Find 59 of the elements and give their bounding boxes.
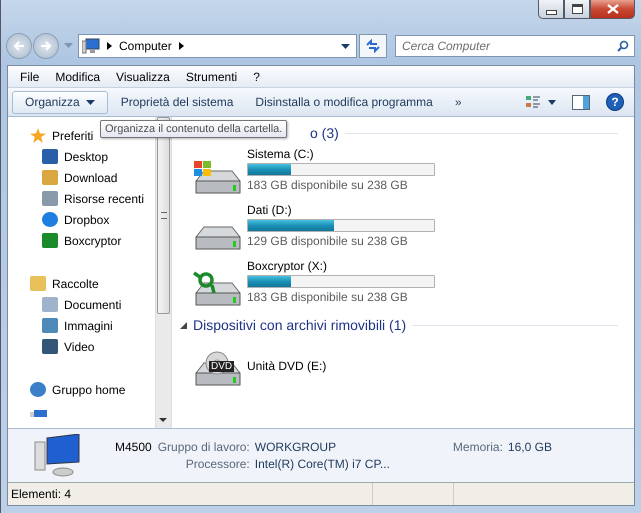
section-heading[interactable]: o (3) bbox=[310, 125, 339, 141]
more-commands-button[interactable]: » bbox=[446, 95, 471, 109]
free-space-text: 183 GB disponibile su 238 GB bbox=[247, 290, 409, 304]
breadcrumb[interactable]: Computer bbox=[119, 39, 172, 53]
help-button[interactable]: ? bbox=[606, 93, 624, 111]
menu-item[interactable]: Strumenti bbox=[178, 70, 246, 84]
sidebar-item[interactable]: Desktop bbox=[30, 146, 155, 167]
sidebar-item[interactable]: Download bbox=[30, 167, 155, 188]
status-text: Elementi: 4 bbox=[10, 487, 72, 501]
drive-name[interactable]: Unità DVD (E:) bbox=[247, 359, 326, 375]
dropdown-caret-icon[interactable] bbox=[341, 44, 350, 48]
close-icon bbox=[606, 4, 618, 14]
organize-button[interactable]: Organizza bbox=[12, 90, 108, 114]
property-label: Processore: bbox=[184, 457, 250, 471]
sidebar-item[interactable]: Dropbox bbox=[30, 209, 155, 230]
property-label: Memoria: bbox=[452, 440, 503, 454]
search-field[interactable]: Cerca Computer bbox=[395, 35, 635, 57]
minimize-button[interactable] bbox=[538, 0, 564, 19]
sidebar-item[interactable]: Raccolte bbox=[18, 273, 155, 294]
menu-item[interactable]: File bbox=[12, 70, 48, 84]
scroll-down-icon[interactable] bbox=[159, 418, 167, 423]
back-button[interactable] bbox=[6, 33, 32, 59]
drive-name[interactable]: Boxcryptor (X:) bbox=[247, 259, 435, 275]
refresh-icon bbox=[365, 39, 381, 53]
close-button[interactable] bbox=[590, 0, 635, 19]
address-bar[interactable]: Computer bbox=[78, 34, 357, 58]
toolbar-button[interactable]: Disinstalla o modifica programma bbox=[246, 95, 442, 109]
property-label: Gruppo di lavoro: bbox=[158, 440, 250, 454]
free-space-text: 183 GB disponibile su 238 GB bbox=[247, 178, 409, 192]
tooltip: Organizza il contenuto della cartella. bbox=[100, 120, 288, 138]
property-value: 16,0 GB bbox=[508, 440, 552, 454]
dvd-label: DVD bbox=[209, 361, 234, 372]
drive-name[interactable]: Dati (D:) bbox=[247, 203, 435, 219]
sidebar-item[interactable]: Risorse recenti bbox=[30, 188, 155, 209]
free-space-text: 129 GB disponibile su 238 GB bbox=[247, 234, 409, 248]
sidebar-item[interactable]: Boxcryptor bbox=[30, 230, 155, 251]
property-value: Intel(R) Core(TM) i7 CP... bbox=[254, 457, 390, 471]
menu-item[interactable]: Visualizza bbox=[108, 70, 178, 84]
sidebar-item[interactable]: Video bbox=[30, 336, 155, 357]
property-value: WORKGROUP bbox=[254, 440, 338, 454]
toolbar-button[interactable]: Proprietà del sistema bbox=[112, 95, 242, 109]
section-heading[interactable]: Dispositivi con archivi rimovibili (1) bbox=[193, 317, 406, 333]
forward-button[interactable] bbox=[33, 33, 59, 59]
sidebar-item[interactable]: Documenti bbox=[30, 294, 155, 315]
chevron-icon bbox=[178, 42, 184, 50]
collapse-arrow-icon[interactable] bbox=[180, 322, 187, 328]
maximize-button[interactable] bbox=[564, 0, 590, 19]
back-arrow-icon bbox=[12, 40, 26, 52]
forward-arrow-icon bbox=[39, 40, 53, 52]
chevron-icon bbox=[107, 42, 112, 50]
dropdown-caret-icon bbox=[86, 100, 95, 104]
computer-name: M4500 bbox=[115, 440, 152, 454]
sidebar-item[interactable]: Gruppo home bbox=[18, 379, 155, 400]
menu-item[interactable]: ? bbox=[245, 70, 268, 84]
refresh-button[interactable] bbox=[359, 34, 387, 58]
sidebar-item[interactable]: Immagini bbox=[30, 315, 155, 336]
menu-item[interactable]: Modifica bbox=[47, 70, 108, 84]
search-icon bbox=[617, 40, 629, 52]
drive-name[interactable]: Sistema (C:) bbox=[247, 147, 435, 163]
